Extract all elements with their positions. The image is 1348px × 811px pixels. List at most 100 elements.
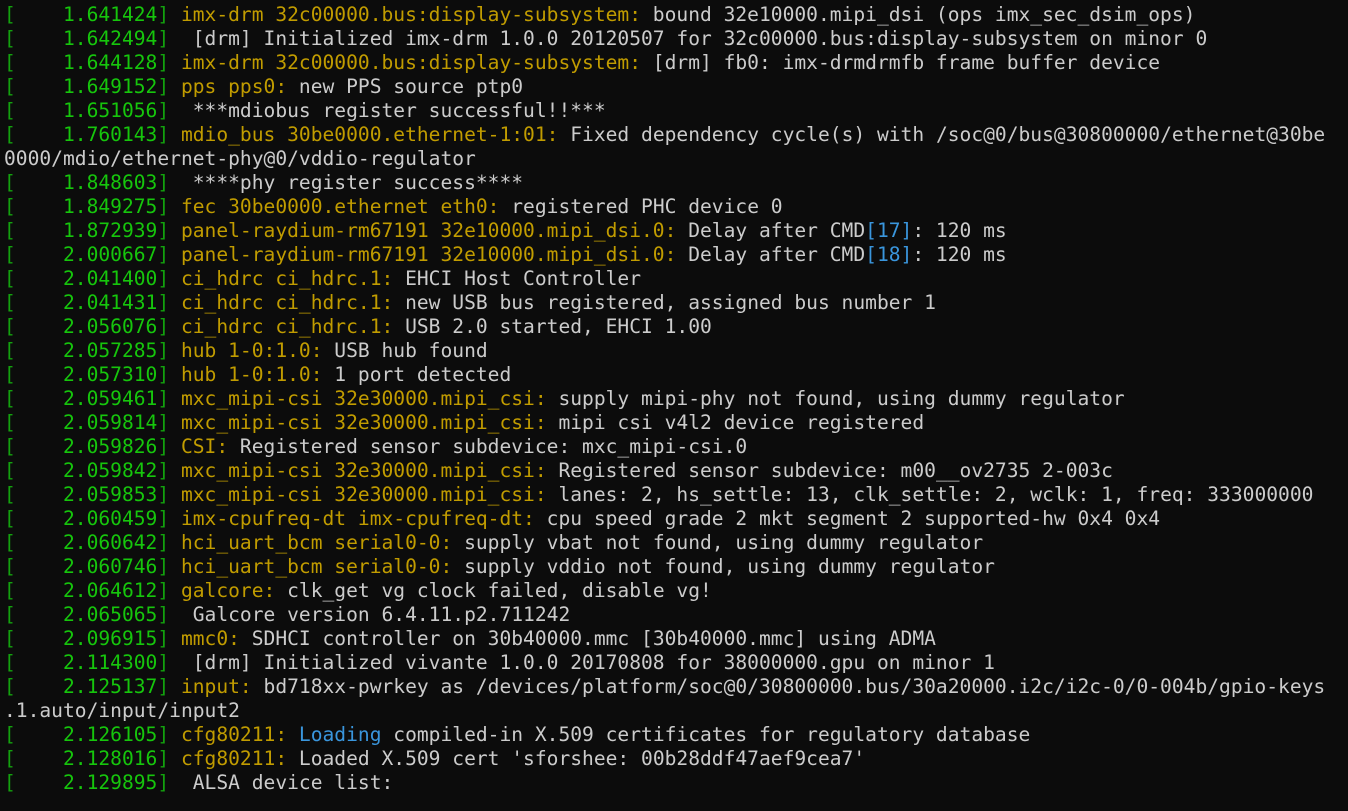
timestamp-bracket-open: [	[4, 123, 16, 146]
log-timestamp: 1.872939	[62, 219, 158, 242]
timestamp-bracket-close: ]	[157, 483, 181, 506]
timestamp-padding	[16, 51, 63, 74]
timestamp-padding	[16, 123, 63, 146]
log-line: [ 1.848603] ****phy register success****	[4, 171, 1348, 195]
timestamp-padding	[16, 387, 63, 410]
log-line-continuation: .1.auto/input/input2	[4, 699, 1348, 723]
timestamp-bracket-open: [	[4, 459, 16, 482]
log-source: galcore:	[180, 579, 276, 602]
log-message: Delay after CMD	[676, 219, 866, 242]
log-line: [ 1.649152] pps pps0: new PPS source ptp…	[4, 75, 1348, 99]
log-timestamp: 2.059461	[62, 387, 158, 410]
log-message: supply mipi-phy not found, using dummy r…	[546, 387, 1125, 410]
timestamp-bracket-close: ]	[157, 99, 181, 122]
timestamp-bracket-open: [	[4, 315, 16, 338]
timestamp-padding	[16, 219, 63, 242]
log-line: [ 2.056076] ci_hdrc ci_hdrc.1: USB 2.0 s…	[4, 315, 1348, 339]
log-timestamp: 2.096915	[62, 627, 158, 650]
log-line: [ 2.059461] mxc_mipi-csi 32e30000.mipi_c…	[4, 387, 1348, 411]
timestamp-padding	[16, 99, 63, 122]
log-timestamp: 1.642494	[62, 27, 158, 50]
log-line: [ 1.644128] imx-drm 32c00000.bus:display…	[4, 51, 1348, 75]
log-line: [ 2.057285] hub 1-0:1.0: USB hub found	[4, 339, 1348, 363]
timestamp-padding	[16, 435, 63, 458]
log-message: Loaded X.509 cert 'sforshee: 00b28ddf47a…	[287, 747, 866, 770]
log-timestamp: 2.126105	[62, 723, 158, 746]
log-timestamp: 2.128016	[62, 747, 158, 770]
timestamp-padding	[16, 555, 63, 578]
timestamp-padding	[16, 339, 63, 362]
log-line: [ 2.059842] mxc_mipi-csi 32e30000.mipi_c…	[4, 459, 1348, 483]
timestamp-bracket-close: ]	[157, 603, 181, 626]
timestamp-bracket-open: [	[4, 603, 16, 626]
log-source: panel-raydium-rm67191 32e10000.mipi_dsi.…	[180, 243, 677, 266]
log-message: [drm] fb0: imx-drmdrmfb frame buffer dev…	[641, 51, 1161, 74]
log-message: 1 port detected	[322, 363, 512, 386]
timestamp-bracket-close: ]	[157, 459, 181, 482]
timestamp-bracket-open: [	[4, 51, 16, 74]
timestamp-bracket-close: ]	[157, 3, 181, 26]
timestamp-bracket-close: ]	[157, 363, 181, 386]
log-message: registered PHC device 0	[499, 195, 783, 218]
log-source: ci_hdrc ci_hdrc.1:	[180, 315, 394, 338]
log-timestamp: 2.057310	[62, 363, 158, 386]
timestamp-bracket-close: ]	[157, 195, 181, 218]
log-message: EHCI Host Controller	[393, 267, 642, 290]
log-line: [ 2.057310] hub 1-0:1.0: 1 port detected	[4, 363, 1348, 387]
log-message: bound 32e10000.mipi_dsi (ops imx_sec_dsi…	[641, 3, 1196, 26]
timestamp-bracket-open: [	[4, 651, 16, 674]
log-timestamp: 1.649152	[62, 75, 158, 98]
timestamp-bracket-open: [	[4, 3, 16, 26]
log-message: Galcore version 6.4.11.p2.711242	[180, 603, 571, 626]
timestamp-bracket-close: ]	[157, 267, 181, 290]
timestamp-bracket-open: [	[4, 75, 16, 98]
timestamp-bracket-open: [	[4, 267, 16, 290]
log-message: USB 2.0 started, EHCI 1.00	[393, 315, 712, 338]
log-message: new USB bus registered, assigned bus num…	[393, 291, 936, 314]
log-line-continuation: 0000/mdio/ethernet-phy@0/vddio-regulator	[4, 147, 1348, 171]
log-highlight: [18]	[865, 243, 913, 266]
timestamp-padding	[16, 315, 63, 338]
log-timestamp: 2.059826	[62, 435, 158, 458]
log-message: USB hub found	[322, 339, 488, 362]
timestamp-padding	[16, 603, 63, 626]
log-message: Delay after CMD	[676, 243, 866, 266]
log-line: [ 2.060459] imx-cpufreq-dt imx-cpufreq-d…	[4, 507, 1348, 531]
timestamp-padding	[16, 675, 63, 698]
log-message: [drm] Initialized imx-drm 1.0.0 20120507…	[180, 27, 1208, 50]
log-source: hci_uart_bcm serial0-0:	[180, 531, 453, 554]
timestamp-padding	[16, 195, 63, 218]
log-message: supply vddio not found, using dummy regu…	[452, 555, 995, 578]
log-message: SDHCI controller on 30b40000.mmc [30b400…	[239, 627, 936, 650]
log-message: Registered sensor subdevice: m00__ov2735…	[546, 459, 1113, 482]
timestamp-bracket-open: [	[4, 555, 16, 578]
timestamp-bracket-close: ]	[157, 75, 181, 98]
timestamp-bracket-close: ]	[157, 387, 181, 410]
log-source: mdio_bus 30be0000.ethernet-1:01:	[180, 123, 559, 146]
log-timestamp: 2.057285	[62, 339, 158, 362]
timestamp-bracket-close: ]	[157, 531, 181, 554]
log-line: [ 1.641424] imx-drm 32c00000.bus:display…	[4, 3, 1348, 27]
log-timestamp: 1.644128	[62, 51, 158, 74]
log-line: [ 2.125137] input: bd718xx-pwrkey as /de…	[4, 675, 1348, 699]
timestamp-bracket-open: [	[4, 771, 16, 794]
timestamp-bracket-open: [	[4, 675, 16, 698]
timestamp-padding	[16, 411, 63, 434]
log-message: ***mdiobus register successful!!***	[180, 99, 606, 122]
timestamp-padding	[16, 75, 63, 98]
log-timestamp: 2.059842	[62, 459, 158, 482]
timestamp-padding	[16, 267, 63, 290]
timestamp-bracket-close: ]	[157, 771, 181, 794]
terminal-output[interactable]: [ 1.641424] imx-drm 32c00000.bus:display…	[0, 0, 1348, 811]
timestamp-padding	[16, 459, 63, 482]
log-timestamp: 2.059814	[62, 411, 158, 434]
timestamp-bracket-open: [	[4, 195, 16, 218]
log-timestamp: 2.059853	[62, 483, 158, 506]
timestamp-bracket-open: [	[4, 243, 16, 266]
timestamp-bracket-close: ]	[157, 555, 181, 578]
timestamp-bracket-close: ]	[157, 675, 181, 698]
log-line: [ 2.128016] cfg80211: Loaded X.509 cert …	[4, 747, 1348, 771]
log-message: ALSA device list:	[180, 771, 394, 794]
log-line: [ 2.096915] mmc0: SDHCI controller on 30…	[4, 627, 1348, 651]
log-source: imx-drm 32c00000.bus:display-subsystem:	[180, 3, 642, 26]
